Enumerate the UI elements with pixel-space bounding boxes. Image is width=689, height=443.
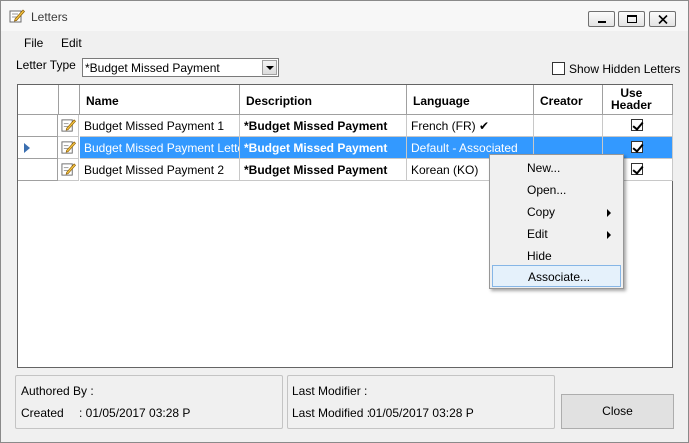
close-window-button[interactable] bbox=[649, 11, 676, 27]
cell-description-text: *Budget Missed Payment bbox=[244, 119, 388, 133]
cell-language-text: Korean (KO) bbox=[411, 163, 479, 177]
cell-use-header[interactable] bbox=[603, 115, 673, 137]
column-header-language[interactable]: Language bbox=[407, 85, 534, 115]
context-menu-item[interactable]: Copy bbox=[492, 201, 621, 223]
cell-language-text: French (FR) ✔ bbox=[411, 119, 490, 133]
context-menu-item[interactable]: Associate... bbox=[492, 265, 621, 287]
use-header-checkbox[interactable] bbox=[631, 141, 643, 153]
row-header[interactable] bbox=[18, 137, 58, 159]
cell-name-text: Budget Missed Payment 1 bbox=[84, 119, 225, 133]
context-menu-item-label: Edit bbox=[527, 227, 548, 241]
letter-type-dropdown[interactable]: *Budget Missed Payment bbox=[82, 58, 279, 77]
letter-edit-icon bbox=[9, 9, 25, 23]
show-hidden-label: Show Hidden Letters bbox=[569, 62, 681, 76]
use-header-checkbox[interactable] bbox=[631, 119, 643, 131]
last-modified-value: 01/05/2017 03:28 P bbox=[369, 406, 474, 420]
context-menu: New... Open... Copy Edit Hide Associate... bbox=[489, 154, 624, 289]
maximize-button[interactable] bbox=[618, 11, 645, 27]
cell-creator[interactable] bbox=[534, 115, 603, 137]
context-menu-item-label: Associate... bbox=[528, 270, 591, 284]
column-header-name[interactable]: Name bbox=[80, 85, 240, 115]
context-menu-item-label: Hide bbox=[527, 249, 552, 263]
title-bar: Letters bbox=[1, 1, 688, 31]
last-modified-label: Last Modified : bbox=[292, 406, 371, 420]
created-value: : 01/05/2017 03:28 P bbox=[79, 406, 191, 420]
show-hidden-checkbox[interactable] bbox=[552, 62, 565, 75]
cell-name[interactable]: Budget Missed Payment 1 bbox=[80, 115, 240, 137]
minimize-button[interactable] bbox=[588, 11, 615, 27]
context-menu-item[interactable]: Open... bbox=[492, 179, 621, 201]
row-header[interactable] bbox=[18, 159, 58, 181]
submenu-arrow-icon bbox=[607, 209, 611, 217]
letters-window: Letters File Edit Letter Type *Budget Mi… bbox=[0, 0, 689, 443]
created-label: Created bbox=[21, 406, 64, 420]
letter-type-value: *Budget Missed Payment bbox=[85, 61, 220, 75]
close-button[interactable]: Close bbox=[561, 394, 674, 429]
use-header-checkbox[interactable] bbox=[631, 163, 643, 175]
letter-type-label: Letter Type bbox=[16, 58, 76, 72]
menu-file[interactable]: File bbox=[24, 36, 43, 50]
grid-corner bbox=[18, 85, 59, 115]
cell-description-text: *Budget Missed Payment bbox=[244, 141, 388, 155]
menu-edit[interactable]: Edit bbox=[61, 36, 82, 50]
column-header-creator[interactable]: Creator bbox=[534, 85, 603, 115]
window-title: Letters bbox=[31, 10, 68, 24]
letter-icon bbox=[58, 159, 79, 181]
authored-by-label: Authored By : bbox=[21, 384, 94, 398]
author-info-panel: Authored By : Created : 01/05/2017 03:28… bbox=[15, 375, 283, 429]
last-modifier-label: Last Modifier : bbox=[292, 384, 368, 398]
letter-icon bbox=[58, 115, 79, 137]
cell-language-text: Default - Associated bbox=[411, 141, 518, 155]
column-header-description[interactable]: Description bbox=[240, 85, 407, 115]
column-header-use-header[interactable]: Use Header bbox=[603, 85, 673, 115]
context-menu-item[interactable]: Hide bbox=[492, 245, 621, 267]
cell-description[interactable]: *Budget Missed Payment bbox=[240, 115, 407, 137]
context-menu-item-label: New... bbox=[527, 161, 561, 175]
cell-name[interactable]: Budget Missed Payment Letter bbox=[80, 137, 240, 159]
close-icon bbox=[658, 15, 668, 24]
modifier-info-panel: Last Modifier : Last Modified : 01/05/20… bbox=[287, 375, 555, 429]
table-row[interactable]: Budget Missed Payment 1 *Budget Missed Pa… bbox=[18, 115, 673, 137]
cell-language[interactable]: French (FR) ✔ bbox=[407, 115, 534, 137]
cell-description-text: *Budget Missed Payment bbox=[244, 163, 388, 177]
grid-icon-header bbox=[59, 85, 80, 115]
cell-name[interactable]: Budget Missed Payment 2 bbox=[80, 159, 240, 181]
minimize-icon bbox=[598, 21, 606, 23]
context-menu-item[interactable]: Edit bbox=[492, 223, 621, 245]
context-menu-item[interactable]: New... bbox=[492, 157, 621, 179]
cell-description[interactable]: *Budget Missed Payment bbox=[240, 137, 407, 159]
context-menu-item-label: Open... bbox=[527, 183, 567, 197]
dropdown-arrow-icon[interactable] bbox=[262, 60, 277, 75]
row-header[interactable] bbox=[18, 115, 58, 137]
cell-name-text: Budget Missed Payment 2 bbox=[84, 163, 225, 177]
cell-name-text: Budget Missed Payment Letter bbox=[84, 141, 240, 155]
submenu-arrow-icon bbox=[607, 231, 611, 239]
maximize-icon bbox=[627, 15, 637, 23]
current-row-arrow-icon bbox=[24, 143, 30, 153]
menu-bar: File Edit bbox=[1, 32, 688, 54]
context-menu-item-label: Copy bbox=[527, 205, 556, 219]
letter-icon bbox=[58, 137, 79, 159]
cell-description[interactable]: *Budget Missed Payment bbox=[240, 159, 407, 181]
